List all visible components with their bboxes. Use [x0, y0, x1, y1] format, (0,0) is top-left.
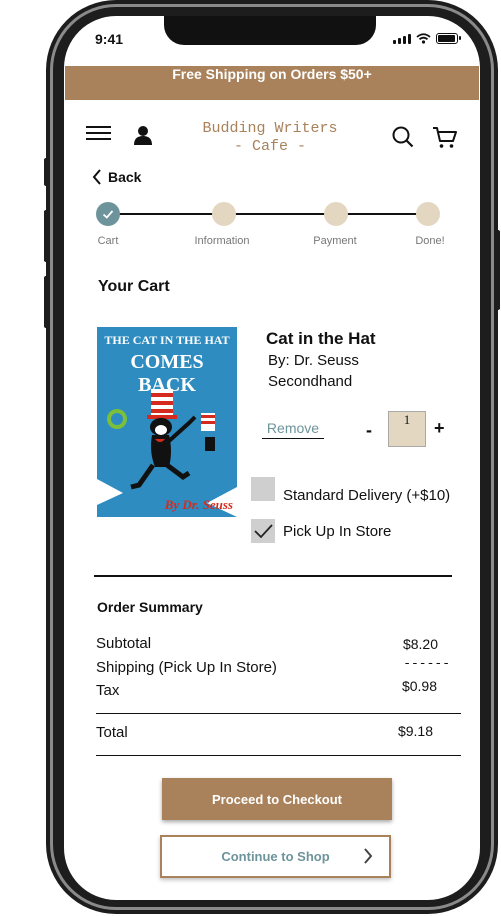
- product-title[interactable]: Cat in the Hat: [266, 329, 376, 349]
- cart-icon[interactable]: [432, 126, 458, 150]
- mute-switch: [44, 158, 48, 186]
- shipping-label: Shipping (Pick Up In Store): [96, 659, 277, 676]
- cart-divider: [94, 575, 452, 577]
- logo-line2: - Cafe -: [233, 138, 306, 155]
- screen: 9:41 Free Shipping on Orders $50+ Buddin…: [64, 16, 480, 900]
- subtotal-value: $8.20: [402, 636, 438, 652]
- back-link[interactable]: Back: [92, 169, 141, 185]
- signal-icon: [393, 33, 411, 44]
- user-icon[interactable]: [132, 125, 154, 145]
- continue-to-shop-button[interactable]: Continue to Shop: [160, 835, 391, 878]
- tax-value: $0.98: [401, 678, 437, 694]
- step-cart-marker: [96, 202, 120, 226]
- quantity-increase-button[interactable]: +: [434, 418, 445, 439]
- pickup-label: Pick Up In Store: [283, 523, 392, 540]
- promo-banner: Free Shipping on Orders $50+: [65, 66, 479, 100]
- tax-label: Tax: [96, 682, 120, 699]
- step-information-marker: [212, 202, 236, 226]
- checkmark-icon: [254, 524, 273, 539]
- quantity-decrease-button[interactable]: -: [366, 420, 372, 441]
- store-logo[interactable]: Budding Writers - Cafe -: [190, 120, 350, 156]
- pickup-checkbox[interactable]: [251, 519, 275, 543]
- total-value: $9.18: [397, 723, 433, 739]
- order-summary-heading: Order Summary: [97, 599, 203, 615]
- product-author: By: Dr. Seuss: [268, 352, 359, 369]
- proceed-to-checkout-button[interactable]: Proceed to Checkout: [162, 778, 392, 820]
- status-time: 9:41: [95, 31, 124, 47]
- standard-delivery-label: Standard Delivery (+$10): [283, 487, 451, 504]
- summary-divider-bottom: [96, 755, 461, 756]
- chevron-right-icon: [364, 848, 373, 864]
- menu-icon[interactable]: [86, 126, 111, 144]
- step-label-cart: Cart: [97, 235, 119, 247]
- wifi-icon: [416, 33, 431, 44]
- check-icon: [102, 210, 114, 219]
- step-label-payment: Payment: [313, 235, 357, 247]
- chevron-left-icon: [92, 169, 101, 185]
- status-icons: [393, 33, 461, 44]
- book-cover-title-line1: THE CAT IN THE HAT: [104, 333, 230, 347]
- checkout-progress: Cart Information Payment Done!: [94, 202, 445, 252]
- step-done-marker: [416, 202, 440, 226]
- cart-heading: Your Cart: [98, 278, 170, 295]
- battery-icon: [436, 33, 461, 44]
- subtotal-label: Subtotal: [96, 635, 152, 652]
- power-button: [496, 230, 500, 310]
- step-label-information: Information: [194, 235, 250, 247]
- search-icon[interactable]: [392, 126, 414, 148]
- step-payment-marker: [324, 202, 348, 226]
- product-condition: Secondhand: [268, 373, 353, 390]
- progress-line: [108, 213, 430, 215]
- volume-down-button: [44, 276, 48, 328]
- continue-to-shop-label: Continue to Shop: [221, 849, 330, 864]
- quantity-field[interactable]: 1: [388, 411, 426, 447]
- shipping-value: ------: [403, 656, 450, 671]
- logo-line1: Budding Writers: [202, 120, 338, 137]
- total-label: Total: [96, 724, 128, 741]
- volume-up-button: [44, 210, 48, 262]
- summary-divider-top: [96, 713, 461, 714]
- book-cover-author: By Dr. Seuss: [164, 497, 233, 512]
- back-label: Back: [108, 169, 142, 185]
- step-label-done: Done!: [415, 235, 445, 247]
- standard-delivery-checkbox[interactable]: [251, 477, 275, 501]
- remove-link[interactable]: Remove: [262, 420, 324, 439]
- book-cover[interactable]: THE CAT IN THE HAT COMES BACK By Dr. Seu…: [97, 327, 237, 517]
- notch: [164, 16, 376, 45]
- book-cover-title-line2: COMES BACK: [130, 351, 204, 396]
